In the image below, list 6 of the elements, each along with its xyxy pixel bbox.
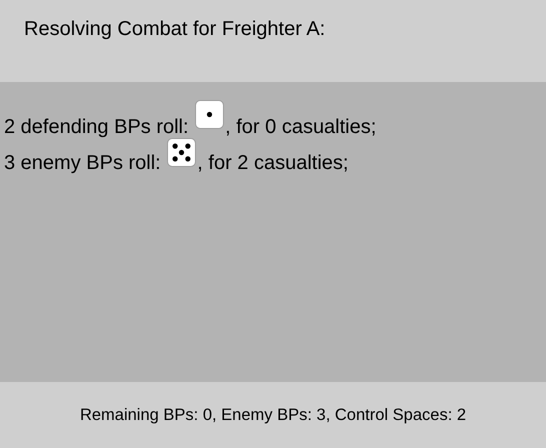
roll-text: , for 2 casualties; — [197, 152, 348, 174]
roll-text: , for 0 casualties; — [225, 116, 376, 138]
roll-text: 2 defending BPs roll: — [4, 116, 189, 138]
combat-title: Resolving Combat for Freighter A: — [24, 18, 326, 40]
status-text: Remaining BPs: 0, Enemy BPs: 3, Control Spaces: 2 — [80, 404, 466, 426]
roll-text: 3 enemy BPs roll: — [4, 152, 161, 174]
